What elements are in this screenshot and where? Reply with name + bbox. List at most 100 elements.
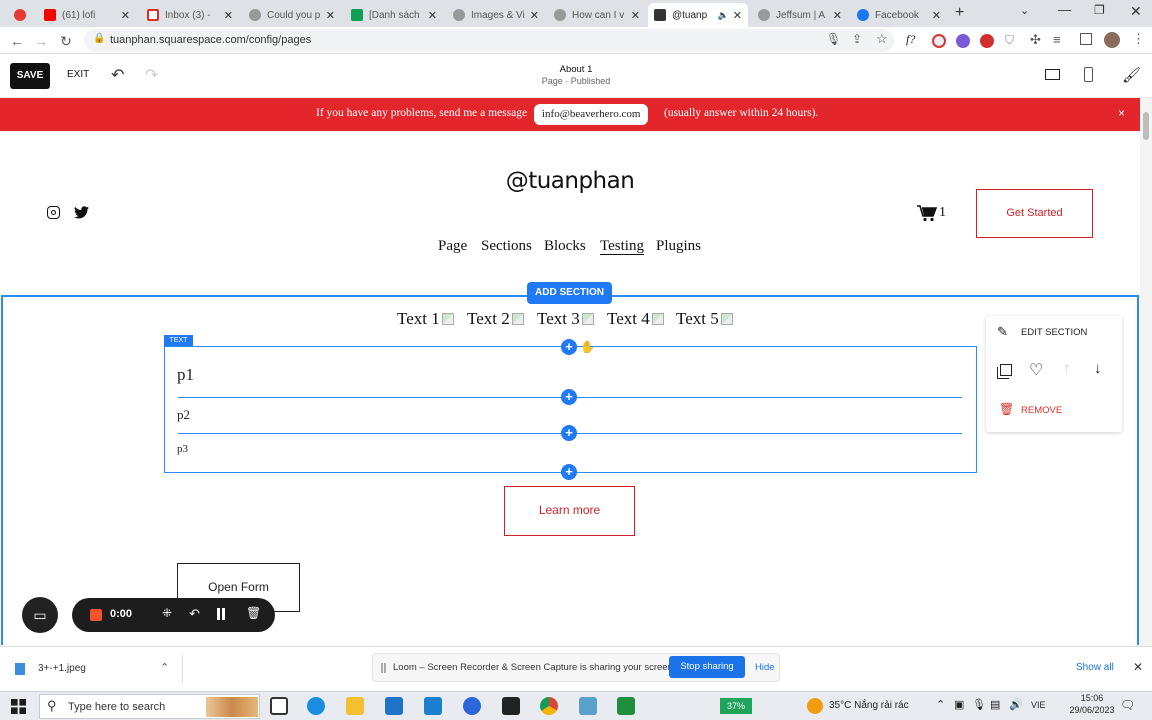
close-tab-icon[interactable]: ✕ xyxy=(631,9,640,22)
paragraph-p3[interactable]: p3 xyxy=(177,443,188,455)
close-tab-icon[interactable]: ✕ xyxy=(833,9,842,22)
paragraph-p2[interactable]: p2 xyxy=(177,407,190,423)
browser-tab[interactable]: Images & Vi ✕ xyxy=(447,3,545,27)
app-l-icon[interactable] xyxy=(424,697,442,715)
url-field[interactable]: 🔒 tuanphan.squarespace.com/config/pages … xyxy=(84,29,894,52)
chrome-icon[interactable] xyxy=(540,697,558,715)
notifications-icon[interactable]: 🗨 xyxy=(1120,698,1135,712)
tray-app-icon[interactable]: ▣ xyxy=(954,698,964,711)
minimize-icon[interactable]: — xyxy=(1058,2,1071,17)
add-block-plus-icon[interactable]: + xyxy=(561,389,577,405)
downloaded-file-name[interactable]: 3+-+1.jpeg xyxy=(38,663,86,674)
nav-page[interactable]: Page xyxy=(438,238,467,255)
reading-list-icon[interactable]: ≡ xyxy=(1053,32,1061,47)
browser-tab[interactable]: Inbox (3) - ✕ xyxy=(141,3,239,27)
close-tab-icon[interactable]: ✕ xyxy=(530,9,539,22)
task-view-icon[interactable] xyxy=(270,697,288,715)
bookmark-star-icon[interactable]: ☆ xyxy=(876,31,888,47)
delete-recording-icon[interactable]: 🗑 xyxy=(246,606,261,620)
site-styles-brush-icon[interactable]: 🖌 xyxy=(1122,66,1141,84)
extension-icon[interactable] xyxy=(980,34,994,48)
cart-icon[interactable] xyxy=(917,205,937,222)
site-title[interactable]: @tuanphan xyxy=(0,168,1140,194)
chevron-up-icon[interactable]: ⌃ xyxy=(160,661,169,674)
audio-icon[interactable]: 🔈 xyxy=(718,10,729,21)
undo-icon[interactable]: ↶ xyxy=(111,65,124,85)
instagram-icon[interactable] xyxy=(47,206,60,219)
forward-icon[interactable]: → xyxy=(32,32,50,50)
close-shelf-icon[interactable]: ✕ xyxy=(1133,660,1143,674)
add-block-plus-icon[interactable]: + xyxy=(561,464,577,480)
announcement-close-icon[interactable]: × xyxy=(1118,106,1125,120)
share-icon[interactable]: ⇪ xyxy=(852,32,862,46)
heart-icon[interactable]: ♡ xyxy=(1029,360,1043,380)
stop-sharing-button[interactable]: Stop sharing xyxy=(669,656,745,678)
duplicate-icon[interactable] xyxy=(1000,364,1012,376)
clock-time[interactable]: 15:06 xyxy=(1057,693,1127,703)
paragraph-p1[interactable]: p1 xyxy=(177,365,194,385)
extension-icon[interactable] xyxy=(956,34,970,48)
save-button[interactable]: SAVE xyxy=(10,63,50,89)
remove-section-button[interactable]: REMOVE xyxy=(1021,405,1062,416)
twitter-icon[interactable] xyxy=(74,206,89,219)
browser-tab[interactable]: (61) lofi ✕ xyxy=(38,3,136,27)
stop-recording-icon[interactable] xyxy=(90,609,102,621)
nav-sections[interactable]: Sections xyxy=(481,238,532,255)
reload-icon[interactable]: ↻ xyxy=(57,32,75,50)
language-indicator[interactable]: VIE xyxy=(1031,700,1046,710)
new-tab-icon[interactable]: + xyxy=(955,4,964,22)
microphone-icon[interactable]: 🎙 xyxy=(826,32,841,46)
pause-icon[interactable] xyxy=(217,608,220,620)
microphone-icon[interactable]: 🎙 xyxy=(972,698,986,711)
formula-extension-icon[interactable]: f? xyxy=(906,32,915,47)
browser-tab[interactable]: Facebook ✕ xyxy=(851,3,947,27)
edit-section-button[interactable]: EDIT SECTION xyxy=(1021,327,1087,338)
loom-camera-button[interactable]: ▭ xyxy=(22,597,58,633)
profile-avatar[interactable] xyxy=(1104,32,1120,48)
mail-icon[interactable] xyxy=(385,697,403,715)
scrollbar-thumb[interactable] xyxy=(1143,112,1149,140)
shield-icon[interactable]: ⛉ xyxy=(1005,33,1014,48)
app-icon[interactable] xyxy=(579,697,597,715)
add-block-plus-icon[interactable]: + xyxy=(561,339,577,355)
tray-chevron-icon[interactable]: ⌃ xyxy=(936,698,945,711)
get-started-button[interactable]: Get Started xyxy=(976,189,1093,238)
battery-indicator[interactable]: 37% xyxy=(720,698,752,714)
network-icon[interactable]: ▤ xyxy=(990,698,1000,711)
text-block[interactable] xyxy=(164,346,977,473)
close-tab-icon[interactable]: ✕ xyxy=(428,9,437,22)
close-window-icon[interactable]: ✕ xyxy=(1130,3,1142,20)
app-icon[interactable] xyxy=(502,697,520,715)
email-link[interactable]: info@beaverhero.com xyxy=(534,104,649,125)
taskbar-search-input[interactable]: ⚲ Type here to search xyxy=(39,694,260,719)
mobile-view-icon[interactable] xyxy=(1084,67,1093,82)
nav-plugins[interactable]: Plugins xyxy=(656,238,701,255)
learn-more-button[interactable]: Learn more xyxy=(504,486,635,536)
drag-handle-icon[interactable] xyxy=(381,663,383,673)
clock-date[interactable]: 29/06/2023 xyxy=(1057,705,1127,715)
browser-tab[interactable]: How can I v ✕ xyxy=(548,3,646,27)
add-block-plus-icon[interactable]: + xyxy=(561,425,577,441)
exit-button[interactable]: EXIT xyxy=(67,69,89,80)
back-icon[interactable]: ← xyxy=(8,32,26,50)
tab-search-icon[interactable]: ⌄ xyxy=(1020,4,1029,17)
browser-menu-icon[interactable]: ⋮ xyxy=(1132,31,1145,47)
browser-tab-active[interactable]: @tuanp 🔈 ✕ xyxy=(648,3,748,27)
close-tab-icon[interactable]: ✕ xyxy=(932,9,941,22)
file-explorer-icon[interactable] xyxy=(346,697,364,715)
redo-icon[interactable]: ↷ xyxy=(145,65,158,85)
extension-icon[interactable] xyxy=(932,34,946,48)
page-scrollbar[interactable] xyxy=(1140,98,1152,646)
drawing-tool-icon[interactable]: ⁜ xyxy=(162,606,172,620)
nav-testing[interactable]: Testing xyxy=(600,238,644,255)
edge-icon[interactable] xyxy=(307,697,325,715)
extensions-puzzle-icon[interactable]: ✣ xyxy=(1030,32,1041,48)
show-all-downloads[interactable]: Show all xyxy=(1076,662,1114,673)
close-tab-icon[interactable]: ✕ xyxy=(733,9,742,22)
close-tab-icon[interactable]: ✕ xyxy=(326,9,335,22)
side-panel-icon[interactable] xyxy=(1080,33,1092,45)
browser-tab[interactable]: [Danh sách ✕ xyxy=(345,3,443,27)
close-tab-icon[interactable]: ✕ xyxy=(224,9,233,22)
add-section-button[interactable]: ADD SECTION xyxy=(527,282,612,304)
nav-blocks[interactable]: Blocks xyxy=(544,238,586,255)
